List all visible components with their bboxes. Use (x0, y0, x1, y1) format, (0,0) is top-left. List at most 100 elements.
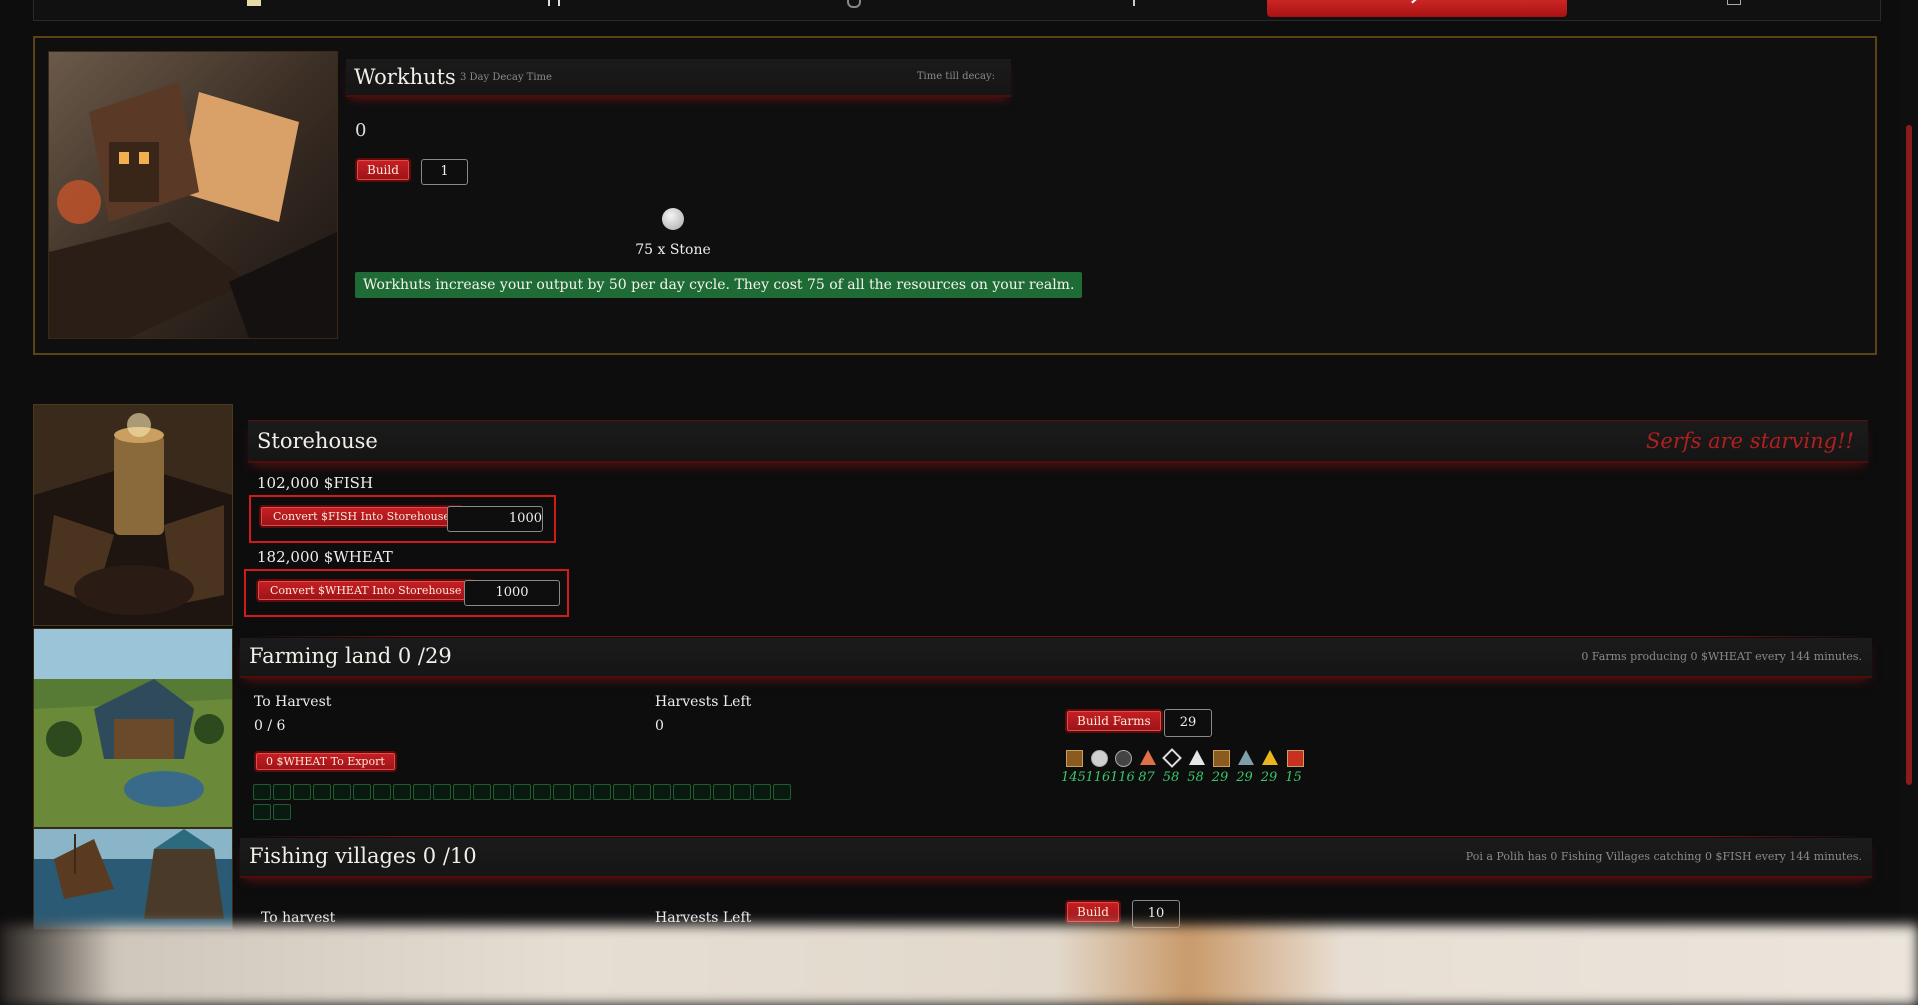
fishing-quantity-input[interactable]: 10 (1132, 900, 1180, 928)
tab-sword[interactable] (1034, 0, 1234, 17)
workhuts-panel: Workhuts 3 Day Decay Time Time till deca… (33, 36, 1877, 355)
fishing-status: Poi a Polih has 0 Fishing Villages catch… (1465, 850, 1862, 863)
scroll-thumb[interactable] (1906, 125, 1912, 785)
build-fishing-button[interactable]: Build (1065, 900, 1121, 924)
resource-cost-value: 29 (1260, 770, 1278, 785)
workhuts-info-note: Workhuts increase your output by 50 per … (355, 272, 1083, 298)
farm-plot-cell (673, 784, 691, 800)
resource-cost-value: 116 (1085, 770, 1111, 785)
farm-plot-cell (573, 784, 591, 800)
farm-plot-cell (713, 784, 731, 800)
farm-harvests-left-value: 0 (655, 718, 664, 734)
farm-plot-cell (253, 784, 271, 800)
stone-icon (662, 208, 684, 230)
fish-amount: 102,000 $FISH (257, 474, 374, 492)
fishing-header: Fishing villages 0 /10 Poi a Polih has 0… (240, 838, 1872, 878)
starving-warning: Serfs are starving!! (1646, 429, 1854, 453)
storehouse-header: Storehouse Serfs are starving!! (248, 420, 1868, 463)
tab-tower[interactable] (454, 0, 654, 17)
farm-plot-cell (293, 784, 311, 800)
farming-header: Farming land 0 /29 0 Farms producing 0 $… (240, 638, 1872, 678)
coal-icon (1115, 750, 1132, 767)
farm-plot-cell (533, 784, 551, 800)
tab-book[interactable] (1634, 0, 1834, 17)
fishing-title: Fishing villages 0 /10 (249, 844, 477, 868)
cold-iron-icon (1237, 750, 1254, 765)
farm-plot-cell (273, 804, 291, 820)
scroll-icon (247, 0, 261, 6)
farm-plot-cell (433, 784, 451, 800)
export-wheat-button[interactable]: 0 $WHEAT To Export (254, 751, 397, 772)
farm-cost-resources: 145 116 116 87 58 58 29 29 29 15 (1061, 748, 1326, 790)
resource-cost-value: 15 (1285, 770, 1302, 785)
wheat-convert-input[interactable]: 1000 (464, 580, 560, 606)
obsidian-icon (1162, 748, 1182, 768)
farm-plot-cell (633, 784, 651, 800)
tower-icon (548, 0, 560, 6)
farming-image (33, 628, 233, 828)
farm-plot-cell (753, 784, 771, 800)
resource-cost-value: 87 (1138, 770, 1155, 785)
build-farms-button[interactable]: Build Farms (1065, 709, 1163, 733)
fish-to-harvest-label: To harvest (261, 910, 336, 926)
resource-cost-value: 58 (1187, 770, 1204, 785)
farm-plot-cell (393, 784, 411, 800)
fishing-image (33, 828, 233, 930)
resource-cost-value: 145 (1061, 770, 1086, 785)
storehouse-title: Storehouse (257, 429, 378, 453)
farm-plot-cell (273, 784, 291, 800)
farm-harvests-left-label: Harvests Left (655, 694, 752, 710)
storehouse-image (33, 404, 233, 626)
farm-plot-cell (493, 784, 511, 800)
farm-plot-cell (733, 784, 751, 800)
farm-plot-cell (473, 784, 491, 800)
workhuts-title: Workhuts (354, 65, 456, 89)
farming-status: 0 Farms producing 0 $WHEAT every 144 min… (1581, 650, 1862, 663)
build-workhuts-button[interactable]: Build (355, 158, 411, 182)
convert-fish-row: Convert $FISH Into Storehouse 1000 (249, 495, 556, 543)
divider (240, 836, 1872, 837)
workhuts-image (48, 51, 338, 339)
farm-plot-grid (253, 784, 793, 820)
resource-cost-value: 29 (1211, 770, 1229, 785)
blurred-taskbar (0, 925, 1918, 1005)
resource-cost-value: 116 (1110, 770, 1135, 785)
fish-harvests-left-label: Harvests Left (655, 910, 752, 926)
resource-cost-value: 29 (1236, 770, 1253, 785)
farm-plot-cell (653, 784, 671, 800)
copper-icon (1139, 750, 1156, 765)
fish-convert-input[interactable]: 1000 (447, 506, 543, 532)
tab-scroll[interactable] (154, 0, 354, 17)
wood-icon (1066, 750, 1083, 767)
farming-title: Farming land 0 /29 (249, 644, 452, 668)
farm-to-harvest-value: 0 / 6 (254, 718, 286, 734)
tab-hammer[interactable] (1267, 0, 1567, 17)
silver-icon (1188, 750, 1205, 765)
convert-fish-button[interactable]: Convert $FISH Into Storehouse (259, 505, 464, 528)
shield-icon (847, 0, 861, 8)
farm-plot-cell (413, 784, 431, 800)
farms-quantity-input[interactable]: 29 (1164, 709, 1212, 737)
farm-plot-cell (353, 784, 371, 800)
farm-plot-cell (333, 784, 351, 800)
hartwood-icon (1286, 750, 1304, 767)
decay-label: 3 Day Decay Time (460, 72, 552, 83)
top-tab-bar (33, 0, 1881, 21)
workhuts-quantity-input[interactable]: 1 (421, 159, 468, 185)
tab-shield[interactable] (754, 0, 954, 17)
vertical-scrollbar[interactable] (1900, 0, 1918, 925)
sword-icon (1133, 0, 1135, 6)
farm-plot-cell (593, 784, 611, 800)
book-icon (1727, 0, 1741, 5)
convert-wheat-row: Convert $WHEAT Into Storehouse 1000 (244, 569, 569, 617)
farm-plot-cell (773, 784, 791, 800)
farm-plot-cell (553, 784, 571, 800)
ironwood-icon (1213, 750, 1230, 767)
resource-cost-value: 58 (1162, 770, 1180, 785)
workhuts-cost: 75 x Stone (635, 242, 711, 258)
convert-wheat-button[interactable]: Convert $WHEAT Into Storehouse (256, 579, 476, 602)
farm-plot-cell (693, 784, 711, 800)
divider (248, 636, 1872, 637)
gold-icon (1262, 750, 1278, 765)
farm-plot-cell (313, 784, 331, 800)
